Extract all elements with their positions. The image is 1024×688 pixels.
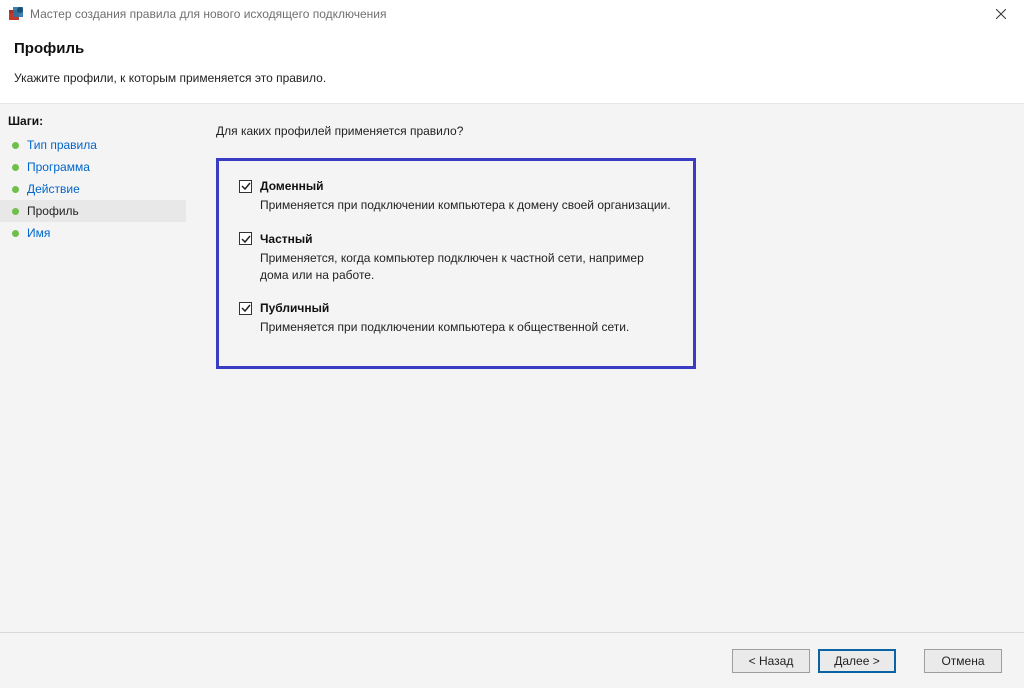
window-title: Мастер создания правила для нового исход…: [30, 7, 986, 21]
step-rule-type[interactable]: Тип правила: [0, 134, 186, 156]
profile-label: Частный: [260, 232, 313, 246]
step-bullet-icon: [12, 164, 19, 171]
step-program[interactable]: Программа: [0, 156, 186, 178]
profile-description: Применяется при подключении компьютера к…: [260, 197, 673, 214]
profile-header: Публичный: [239, 301, 673, 315]
step-label: Профиль: [27, 204, 79, 218]
step-label: Тип правила: [27, 138, 97, 152]
close-icon: [996, 9, 1006, 19]
profile-header: Доменный: [239, 179, 673, 193]
checkbox-public[interactable]: [239, 302, 252, 315]
profile-option-public: Публичный Применяется при подключении ко…: [239, 301, 673, 336]
titlebar: Мастер создания правила для нового исход…: [0, 0, 1024, 28]
close-button[interactable]: [986, 2, 1016, 26]
sidebar: Шаги: Тип правила Программа Действие Про…: [0, 104, 186, 633]
profile-description: Применяется, когда компьютер подключен к…: [260, 250, 673, 284]
page-title: Профиль: [14, 40, 1010, 57]
profile-description: Применяется при подключении компьютера к…: [260, 319, 673, 336]
step-bullet-icon: [12, 186, 19, 193]
page-description: Укажите профили, к которым применяется э…: [14, 71, 1010, 85]
step-name[interactable]: Имя: [0, 222, 186, 244]
button-bar: < Назад Далее > Отмена: [0, 632, 1024, 688]
content-question: Для каких профилей применяется правило?: [216, 124, 1004, 138]
profile-option-private: Частный Применяется, когда компьютер под…: [239, 232, 673, 284]
step-label: Действие: [27, 182, 80, 196]
firewall-icon: [8, 6, 24, 22]
main-area: Шаги: Тип правила Программа Действие Про…: [0, 103, 1024, 633]
step-action[interactable]: Действие: [0, 178, 186, 200]
step-label: Имя: [27, 226, 50, 240]
check-icon: [241, 303, 251, 313]
sidebar-heading: Шаги:: [0, 114, 186, 134]
next-button[interactable]: Далее >: [818, 649, 896, 673]
profile-label: Публичный: [260, 301, 329, 315]
checkbox-domain[interactable]: [239, 180, 252, 193]
step-bullet-icon: [12, 208, 19, 215]
step-label: Программа: [27, 160, 90, 174]
checkbox-private[interactable]: [239, 232, 252, 245]
step-profile[interactable]: Профиль: [0, 200, 186, 222]
header-area: Профиль Укажите профили, к которым приме…: [0, 28, 1024, 103]
check-icon: [241, 234, 251, 244]
back-button[interactable]: < Назад: [732, 649, 810, 673]
check-icon: [241, 181, 251, 191]
step-bullet-icon: [12, 142, 19, 149]
profile-header: Частный: [239, 232, 673, 246]
step-bullet-icon: [12, 230, 19, 237]
cancel-button[interactable]: Отмена: [924, 649, 1002, 673]
profile-option-domain: Доменный Применяется при подключении ком…: [239, 179, 673, 214]
content-pane: Для каких профилей применяется правило? …: [186, 104, 1024, 633]
profile-label: Доменный: [260, 179, 324, 193]
profiles-highlight-box: Доменный Применяется при подключении ком…: [216, 158, 696, 369]
